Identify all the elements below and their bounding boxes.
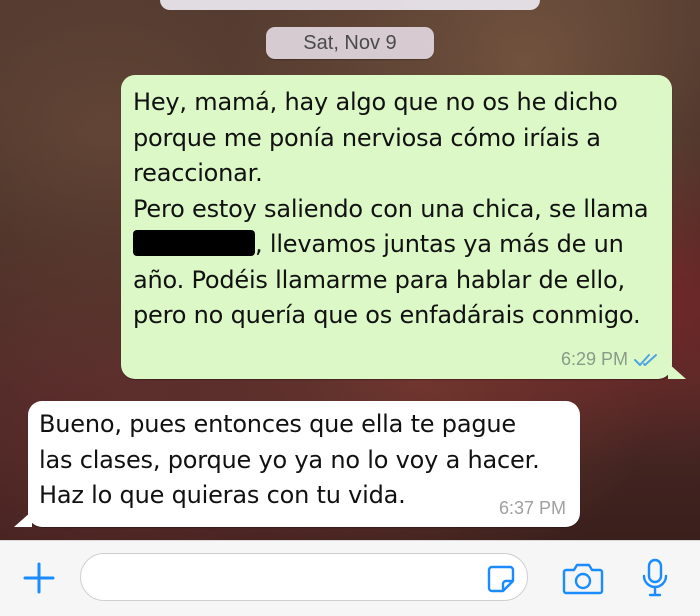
outgoing-message-text: Hey, mamá, hay algo que no os he dicho p… xyxy=(133,88,649,329)
incoming-message-text: Bueno, pues entonces que ella te pague l… xyxy=(39,410,540,509)
camera-icon[interactable] xyxy=(562,561,604,595)
date-separator: Sat, Nov 9 xyxy=(266,27,434,59)
message-input-bar xyxy=(0,540,700,616)
incoming-message-time: 6:37 PM xyxy=(498,498,566,518)
microphone-icon[interactable] xyxy=(640,558,670,598)
sticker-icon[interactable] xyxy=(486,564,516,594)
outgoing-message-bubble[interactable]: Hey, mamá, hay algo que no os he dicho p… xyxy=(121,75,686,379)
message-time: 6:29 PM xyxy=(560,349,628,369)
incoming-message-bubble[interactable]: Bueno, pues entonces que ella te pague l… xyxy=(14,401,580,527)
top-banner xyxy=(160,0,540,10)
message-input[interactable] xyxy=(80,553,528,601)
read-ticks-icon xyxy=(634,353,657,366)
plus-icon[interactable] xyxy=(20,559,58,597)
outgoing-message-meta: 6:29 PM xyxy=(561,349,660,370)
redacted-name xyxy=(133,230,255,256)
